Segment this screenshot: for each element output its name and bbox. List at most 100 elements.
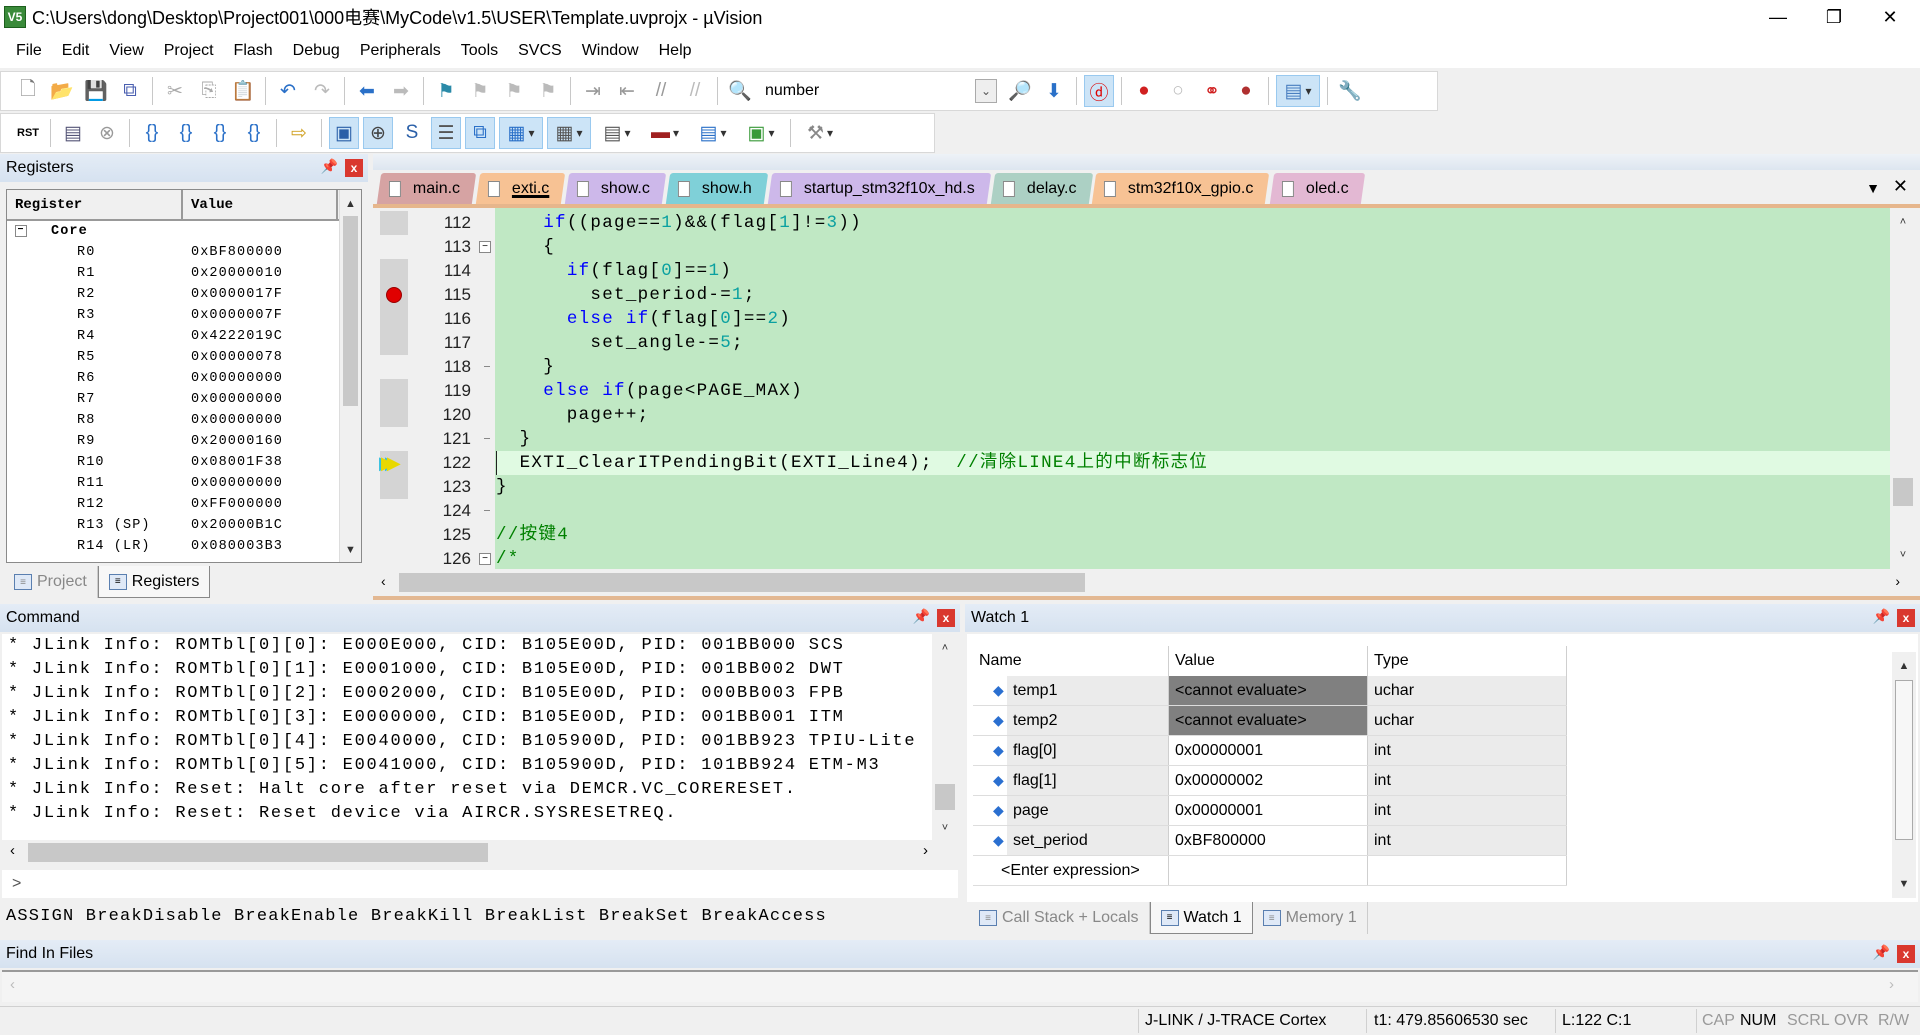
scroll-right-icon[interactable]: ›: [1889, 976, 1894, 993]
register-row[interactable]: R6 0x00000000: [7, 368, 361, 389]
register-value[interactable]: 0x00000000: [191, 371, 283, 386]
watch-name[interactable]: ◆ temp2: [993, 706, 1168, 735]
menu-tools[interactable]: Tools: [451, 42, 508, 60]
code-editor[interactable]: 112 if((page==1)&&(flag[1]!=3)) 113− {114…: [373, 208, 1890, 569]
pin-icon[interactable]: 📌: [1873, 944, 1890, 961]
register-row[interactable]: R3 0x0000007F: [7, 305, 361, 326]
column-type[interactable]: Type: [1368, 646, 1567, 676]
chevron-down-icon[interactable]: ⌄: [975, 79, 997, 103]
editor-horizontal-scrollbar[interactable]: ‹ ›: [373, 569, 1916, 596]
undo-button[interactable]: ↶: [273, 75, 303, 107]
watch-value[interactable]: 0x00000001: [1169, 736, 1368, 765]
breakpoint-icon[interactable]: [386, 287, 402, 303]
cut-button[interactable]: ✂: [160, 75, 190, 107]
scroll-down-icon[interactable]: ▼: [340, 540, 361, 560]
scroll-thumb[interactable]: [399, 573, 1085, 592]
configure-button[interactable]: 🔧: [1335, 75, 1365, 107]
watch-name[interactable]: ◆ page: [993, 796, 1168, 825]
file-tab-show-h[interactable]: show.h: [666, 173, 769, 204]
scroll-right-icon[interactable]: ›: [923, 842, 928, 859]
scroll-left-icon[interactable]: ‹: [381, 573, 386, 589]
scroll-thumb[interactable]: [28, 843, 488, 862]
show-next-statement-button[interactable]: ⇨: [284, 117, 314, 149]
find-button[interactable]: 🔎: [1005, 75, 1035, 107]
indent-button[interactable]: ⇥: [578, 75, 608, 107]
menu-flash[interactable]: Flash: [224, 42, 283, 60]
code-line[interactable]: 117 set_angle-=5;: [373, 331, 1890, 355]
file-tab-exti-c[interactable]: exti.c: [475, 173, 566, 204]
code-line[interactable]: 121 }: [373, 427, 1890, 451]
register-row[interactable]: R9 0x20000160: [7, 431, 361, 452]
scroll-thumb[interactable]: [343, 216, 358, 406]
fold-toggle-icon[interactable]: −: [479, 553, 491, 565]
register-row[interactable]: R1 0x20000010: [7, 263, 361, 284]
stop-button[interactable]: ⊗: [92, 117, 122, 149]
register-row[interactable]: R11 0x00000000: [7, 473, 361, 494]
scroll-up-icon[interactable]: ˄: [1890, 212, 1916, 232]
menu-debug[interactable]: Debug: [283, 42, 350, 60]
window-layout-button[interactable]: ▤: [1276, 75, 1320, 107]
file-tab-delay-c[interactable]: delay.c: [990, 173, 1093, 204]
code-line[interactable]: 115 set_period-=1;: [373, 283, 1890, 307]
scroll-up-icon[interactable]: ▲: [1892, 656, 1916, 676]
code-line[interactable]: 113− {: [373, 235, 1890, 259]
bookmark-button[interactable]: ⚑: [431, 75, 461, 107]
register-group-core[interactable]: − Core: [7, 221, 361, 242]
minimize-button[interactable]: —: [1748, 0, 1808, 34]
scroll-thumb[interactable]: [935, 784, 955, 810]
menu-view[interactable]: View: [99, 42, 153, 60]
register-value[interactable]: 0x08001F38: [191, 455, 283, 470]
register-row[interactable]: R14 (LR) 0x080003B3: [7, 536, 361, 557]
register-value[interactable]: 0x080003B3: [191, 539, 283, 554]
system-viewer-button[interactable]: ▣: [739, 117, 783, 149]
watch-row[interactable]: ◆ flag[1] 0x00000002 int: [973, 766, 1567, 796]
open-file-button[interactable]: 📂: [47, 75, 77, 107]
comment-button[interactable]: //: [646, 75, 676, 107]
code-line[interactable]: 120 page++;: [373, 403, 1890, 427]
register-row[interactable]: R12 0xFF000000: [7, 494, 361, 515]
watch-value[interactable]: <cannot evaluate>: [1169, 706, 1368, 735]
close-tab-icon[interactable]: ✕: [1893, 176, 1908, 197]
menu-file[interactable]: File: [6, 42, 52, 60]
menu-project[interactable]: Project: [154, 42, 224, 60]
register-value[interactable]: 0x0000007F: [191, 308, 283, 323]
kill-all-breakpoints-button[interactable]: ●: [1231, 75, 1261, 107]
reset-button[interactable]: RST: [13, 117, 43, 149]
trace-window-button[interactable]: ▤: [691, 117, 735, 149]
tab-list-dropdown-icon[interactable]: ▼: [1866, 180, 1880, 196]
tab-watch-1[interactable]: ≡ Watch 1: [1149, 902, 1253, 934]
scroll-left-icon[interactable]: ‹: [10, 842, 15, 859]
memory-window-button[interactable]: ▦: [547, 117, 591, 149]
tab-call-stack-locals[interactable]: ≡ Call Stack + Locals: [969, 902, 1150, 934]
close-panel-button[interactable]: x: [937, 609, 955, 627]
watch-row[interactable]: ◆ set_period 0xBF800000 int: [973, 826, 1567, 856]
prev-bookmark-button[interactable]: ⚑: [465, 75, 495, 107]
watch-name[interactable]: ◆ flag[0]: [993, 736, 1168, 765]
register-row[interactable]: R7 0x00000000: [7, 389, 361, 410]
next-bookmark-button[interactable]: ⚑: [499, 75, 529, 107]
unindent-button[interactable]: ⇤: [612, 75, 642, 107]
pin-icon[interactable]: 📌: [321, 158, 338, 175]
close-panel-button[interactable]: x: [1897, 609, 1915, 627]
code-line[interactable]: ▶▶ 122 EXTI_ClearITPendingBit(EXTI_Line4)…: [373, 451, 1890, 475]
clear-bookmarks-button[interactable]: ⚑: [533, 75, 563, 107]
command-input[interactable]: >: [2, 870, 958, 898]
close-panel-button[interactable]: x: [345, 159, 363, 177]
tab-memory-1[interactable]: ≡ Memory 1: [1253, 902, 1368, 934]
insert-breakpoint-button[interactable]: ●: [1129, 75, 1159, 107]
code-line[interactable]: 123}: [373, 475, 1890, 499]
register-row[interactable]: R5 0x00000078: [7, 347, 361, 368]
watch-value[interactable]: <cannot evaluate>: [1169, 676, 1368, 705]
column-register[interactable]: Register: [7, 190, 183, 219]
redo-button[interactable]: ↷: [307, 75, 337, 107]
code-line[interactable]: 119 else if(page<PAGE_MAX): [373, 379, 1890, 403]
code-line[interactable]: 125 //按键4: [373, 523, 1890, 547]
code-line[interactable]: 124: [373, 499, 1890, 523]
run-button[interactable]: ▤: [58, 117, 88, 149]
register-value[interactable]: 0x20000B1C: [191, 518, 283, 533]
pin-icon[interactable]: 📌: [1873, 608, 1890, 625]
register-value[interactable]: 0x00000000: [191, 413, 283, 428]
enter-expression-input[interactable]: <Enter expression>: [973, 856, 1169, 885]
symbols-window-button[interactable]: S: [397, 117, 427, 149]
code-line[interactable]: 126−/*: [373, 547, 1890, 569]
